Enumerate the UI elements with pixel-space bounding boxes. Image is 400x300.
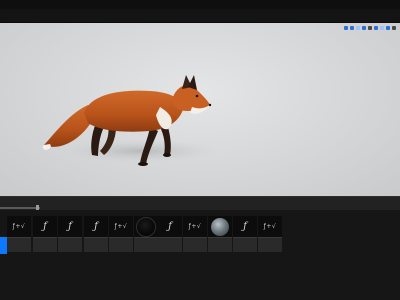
angle-icon[interactable] xyxy=(386,26,390,30)
content-browser: ƒ+√ ƒ ƒ ƒ ƒ+√ ƒ ƒ+√ ƒ ƒ+√ xyxy=(0,210,400,300)
asset-tile[interactable]: ƒ+√ xyxy=(109,216,133,252)
asset-label xyxy=(58,237,82,252)
viewport[interactable] xyxy=(0,23,400,196)
menu-bar xyxy=(0,0,400,9)
asset-tile[interactable] xyxy=(208,216,232,252)
asset-label xyxy=(109,237,133,252)
scrub-track[interactable] xyxy=(0,207,40,209)
fox-tail-tip xyxy=(42,144,51,150)
main-toolbar xyxy=(0,9,400,23)
snap-icon[interactable] xyxy=(374,26,378,30)
selected-indicator xyxy=(0,237,7,254)
function-icon: ƒ+√ xyxy=(183,216,207,237)
function-icon: ƒ xyxy=(33,216,57,237)
asset-tile[interactable]: ƒ+√ xyxy=(258,216,282,252)
asset-tile[interactable]: ƒ xyxy=(158,216,182,252)
asset-tile[interactable]: ƒ xyxy=(58,216,82,252)
asset-tile[interactable] xyxy=(134,216,158,252)
asset-tile[interactable]: ƒ xyxy=(233,216,257,252)
asset-label xyxy=(134,237,158,252)
fox-shadow xyxy=(60,139,220,163)
asset-tile[interactable]: ƒ xyxy=(84,216,108,252)
function-icon: ƒ xyxy=(58,216,82,237)
material-sphere-icon xyxy=(134,216,158,237)
function-icon: ƒ+√ xyxy=(109,216,133,237)
asset-label xyxy=(183,237,207,252)
asset-tile[interactable]: ƒ xyxy=(33,216,57,252)
asset-label xyxy=(208,237,232,252)
asset-label xyxy=(84,237,108,252)
asset-tile[interactable]: ƒ+√ xyxy=(183,216,207,252)
function-icon: ƒ+√ xyxy=(7,216,31,237)
asset-label xyxy=(233,237,257,252)
fox-head xyxy=(172,84,210,111)
maximize-icon[interactable] xyxy=(392,26,396,30)
asset-label xyxy=(7,237,31,252)
fox-model xyxy=(42,75,220,166)
viewport-toolbar xyxy=(344,24,396,32)
asset-label xyxy=(158,237,182,252)
asset-tile[interactable]: ƒ+√ xyxy=(7,216,31,252)
asset-label xyxy=(258,237,282,252)
timeline-bar xyxy=(0,196,400,211)
camera-icon[interactable] xyxy=(362,26,366,30)
fox-eye xyxy=(195,94,199,98)
fox-nose xyxy=(208,103,212,107)
function-icon: ƒ xyxy=(233,216,257,237)
scale-icon[interactable] xyxy=(380,26,384,30)
function-icon: ƒ xyxy=(84,216,108,237)
asset-label xyxy=(33,237,57,252)
fox-paw xyxy=(138,162,148,166)
function-icon: ƒ xyxy=(158,216,182,237)
show-icon[interactable] xyxy=(356,26,360,30)
view-mode-icon[interactable] xyxy=(344,26,348,30)
function-icon: ƒ+√ xyxy=(258,216,282,237)
grid-icon[interactable] xyxy=(368,26,372,30)
fox-paw xyxy=(163,153,171,157)
material-sphere-icon xyxy=(208,216,232,237)
lighting-icon[interactable] xyxy=(350,26,354,30)
